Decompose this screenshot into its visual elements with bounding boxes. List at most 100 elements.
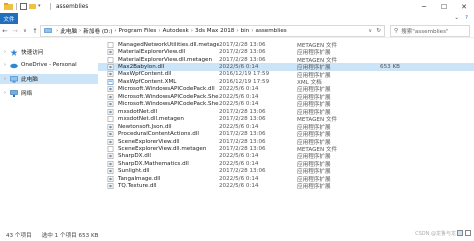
sidebar-item-label: 此电脑 bbox=[21, 77, 38, 83]
file-name: mxsdotNet.dll.metagen bbox=[118, 116, 184, 123]
file-name: SharpDX.dll bbox=[118, 153, 151, 160]
dll-file-icon bbox=[107, 108, 114, 115]
new-folder-icon[interactable] bbox=[29, 3, 36, 10]
sidebar-item-network[interactable]: › 网络 bbox=[4, 88, 32, 98]
search-placeholder: 搜索"assemblies" bbox=[401, 29, 449, 35]
close-button[interactable]: ✕ bbox=[454, 0, 474, 13]
sidebar-item-onedrive[interactable]: › OneDrive - Personal bbox=[4, 60, 77, 70]
breadcrumb-autodesk[interactable]: Autodesk bbox=[163, 28, 189, 34]
file-row[interactable]: ProceduralContentActions.dll 2017/2/28 13… bbox=[98, 130, 474, 138]
dll-file-icon bbox=[107, 64, 114, 70]
file-row[interactable]: Microsoft.WindowsAPICodePack.dll 2022/5/6… bbox=[98, 86, 474, 93]
breadcrumb-3dsmax[interactable]: 3ds Max 2018 bbox=[195, 28, 234, 34]
file-date: 2022/5/6 0:14 bbox=[219, 175, 259, 182]
file-row[interactable]: MaxWpfContent.XML 2016/12/19 17:59 XML 文档 bbox=[98, 78, 474, 86]
file-date: 2022/5/6 0:14 bbox=[219, 101, 259, 108]
file-row[interactable]: MaterialExplorerView.dll.metagen 2017/2/2… bbox=[98, 56, 474, 64]
dll-file-icon bbox=[107, 153, 114, 160]
file-size: 653 KB bbox=[380, 64, 400, 71]
address-row: ← → ∨ ↑ › 此电脑 › 新加卷 (D:) › Program Files… bbox=[0, 24, 474, 38]
file-date: 2017/2/28 13:06 bbox=[219, 41, 266, 48]
forward-button[interactable]: → bbox=[10, 27, 20, 35]
back-button[interactable]: ← bbox=[0, 27, 10, 35]
breadcrumb-program-files[interactable]: Program Files bbox=[119, 28, 157, 34]
dll-file-icon bbox=[107, 161, 114, 167]
file-row[interactable]: ManagedNetworkUtilities.dll.metagen 2017/… bbox=[98, 41, 474, 49]
file-date: 2022/5/6 0:14 bbox=[219, 64, 259, 71]
file-name: Microsoft.WindowsAPICodePack.Shell.ex... bbox=[118, 101, 219, 108]
file-row[interactable]: SharpDX.Mathematics.dll 2022/5/6 0:14 应用程序… bbox=[98, 160, 474, 168]
breadcrumb-this-pc[interactable]: 此电脑 bbox=[60, 27, 77, 35]
help-icon[interactable]: ? bbox=[465, 15, 468, 21]
file-date: 2016/12/19 17:59 bbox=[219, 71, 270, 78]
file-date: 2017/2/28 13:06 bbox=[219, 138, 266, 145]
details-view-button[interactable] bbox=[457, 230, 463, 236]
recent-dropdown-icon[interactable]: ∨ bbox=[20, 28, 30, 34]
address-bar[interactable]: › 此电脑 › 新加卷 (D:) › Program Files › Autod… bbox=[40, 25, 385, 37]
file-row[interactable]: Microsoft.WindowsAPICodePack.Shell.dll 20… bbox=[98, 93, 474, 101]
sidebar-item-quick-access[interactable]: › 快速访问 bbox=[4, 47, 43, 57]
sidebar-item-this-pc[interactable]: › 此电脑 bbox=[0, 74, 98, 84]
search-input[interactable]: ⚲ 搜索"assemblies" bbox=[390, 25, 470, 37]
file-row[interactable]: Sunlight.dll 2017/2/28 13:06 应用程序扩展 bbox=[98, 168, 474, 175]
file-date: 2022/5/6 0:14 bbox=[219, 123, 259, 130]
file-row[interactable]: SharpDX.dll 2022/5/6 0:14 应用程序扩展 bbox=[98, 153, 474, 160]
chevron-right-icon[interactable]: › bbox=[4, 62, 9, 68]
navigation-pane: › 快速访问 › OneDrive - Personal › 此电脑 › 网络 bbox=[0, 38, 98, 227]
file-row[interactable]: SceneExplorerView.dll.metagen 2017/2/28 1… bbox=[98, 145, 474, 153]
status-bar: 43 个项目 选中 1 个项目 653 KB bbox=[0, 228, 474, 241]
file-row[interactable]: Microsoft.WindowsAPICodePack.Shell.ex...… bbox=[98, 101, 474, 108]
chevron-right-icon[interactable]: › bbox=[4, 90, 9, 96]
chevron-right-icon[interactable]: › bbox=[4, 49, 9, 55]
file-name: MaterialExplorerView.dll bbox=[118, 49, 186, 56]
breadcrumb-bin[interactable]: bin bbox=[241, 28, 250, 34]
properties-icon[interactable] bbox=[20, 3, 27, 10]
quick-access-dropdown-icon[interactable]: ▾ bbox=[38, 3, 45, 10]
file-row[interactable]: MaterialExplorerView.dll 2017/2/28 13:06 应… bbox=[98, 48, 474, 56]
chevron-right-icon[interactable]: › bbox=[4, 76, 9, 82]
crumb-separator: › bbox=[236, 28, 239, 34]
breadcrumb-drive[interactable]: 新加卷 (D:) bbox=[83, 27, 112, 35]
file-date: 2016/12/19 17:59 bbox=[219, 78, 270, 85]
file-date: 2022/5/6 0:14 bbox=[219, 153, 259, 160]
file-row[interactable]: Tangalmage.dll 2022/5/6 0:14 应用程序扩展 bbox=[98, 175, 474, 183]
file-row[interactable]: MaxWpfContent.dll 2016/12/19 17:59 应用程序扩展 bbox=[98, 71, 474, 79]
crumb-separator: › bbox=[251, 28, 254, 34]
address-dropdown-icon[interactable]: ∨ bbox=[368, 28, 372, 34]
selection-info: 选中 1 个项目 653 KB bbox=[41, 232, 99, 239]
file-row[interactable]: Newtonsoft.Json.dll 2022/5/6 0:14 应用程序扩展 bbox=[98, 123, 474, 131]
file-date: 2017/2/28 13:06 bbox=[219, 131, 266, 138]
file-row[interactable]: TQ.Texture.dll 2022/5/6 0:14 应用程序扩展 bbox=[98, 183, 474, 190]
pc-icon bbox=[44, 28, 52, 33]
crumb-separator: › bbox=[79, 28, 82, 34]
maximize-button[interactable]: ☐ bbox=[434, 0, 454, 13]
expand-ribbon-icon[interactable]: ⌄ bbox=[454, 15, 459, 21]
file-date: 2022/5/6 0:14 bbox=[219, 86, 259, 93]
dll-file-icon bbox=[107, 175, 114, 182]
up-button[interactable]: ↑ bbox=[30, 27, 40, 35]
file-date: 2017/2/28 13:06 bbox=[219, 108, 266, 115]
sidebar-item-label: 快速访问 bbox=[21, 50, 44, 56]
file-row[interactable]: Max2Babylon.dll 2022/5/6 0:14 应用程序扩展 653 KB bbox=[98, 63, 474, 71]
xml-file-icon bbox=[107, 79, 114, 85]
file-icon bbox=[107, 56, 114, 63]
crumb-separator: › bbox=[190, 28, 193, 34]
file-date: 2022/5/6 0:14 bbox=[219, 183, 259, 190]
file-date: 2017/2/28 13:06 bbox=[219, 145, 266, 152]
breadcrumb-assemblies[interactable]: assemblies bbox=[256, 28, 287, 34]
file-date: 2017/2/28 13:06 bbox=[219, 168, 266, 175]
file-name: TQ.Texture.dll bbox=[118, 183, 157, 190]
file-list: ManagedNetworkUtilities.dll.metagen 2017/… bbox=[98, 38, 474, 227]
crumb-separator: › bbox=[158, 28, 161, 34]
large-icons-view-button[interactable] bbox=[465, 230, 471, 236]
file-row[interactable]: mxsdotNet.dll 2017/2/28 13:06 应用程序扩展 bbox=[98, 108, 474, 116]
crumb-separator: › bbox=[56, 28, 59, 34]
dll-file-icon bbox=[107, 183, 114, 190]
file-row[interactable]: mxsdotNet.dll.metagen 2017/2/28 13:06 META… bbox=[98, 116, 474, 123]
tab-file[interactable]: 文件 bbox=[0, 13, 18, 24]
file-row[interactable]: SceneExplorerView.dll 2017/2/28 13:06 应用程序… bbox=[98, 138, 474, 146]
file-name: Microsoft.WindowsAPICodePack.dll bbox=[118, 86, 215, 93]
refresh-icon[interactable]: ↻ bbox=[376, 28, 381, 34]
file-name: mxsdotNet.dll bbox=[118, 108, 158, 115]
minimize-button[interactable]: ─ bbox=[414, 0, 434, 13]
